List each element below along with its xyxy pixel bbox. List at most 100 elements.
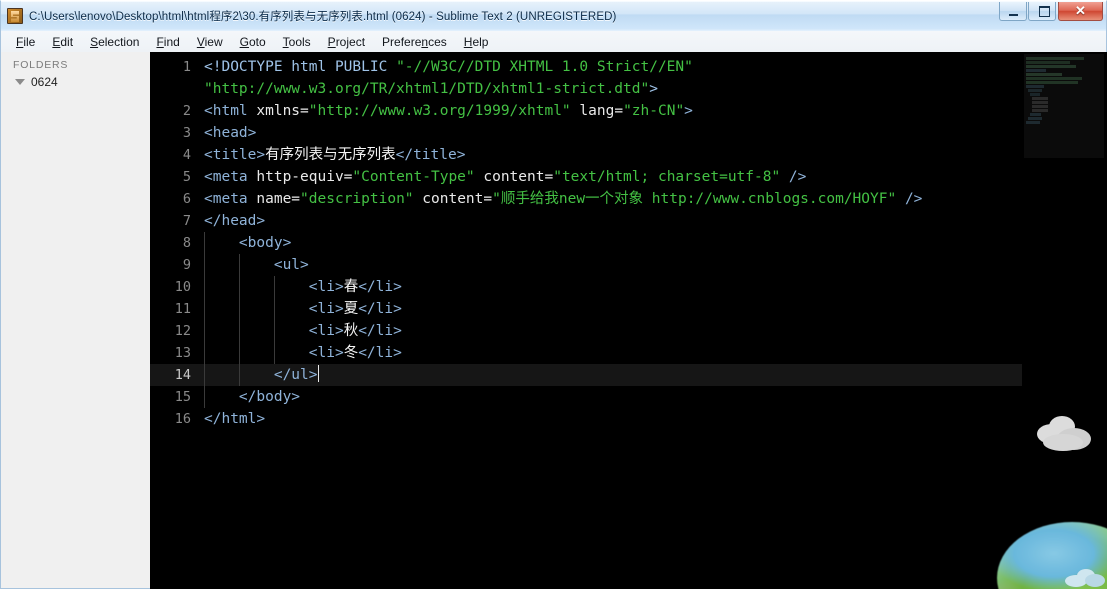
- close-button[interactable]: ✕: [1058, 2, 1103, 21]
- code-line-16[interactable]: </html>: [198, 408, 1022, 430]
- code-token-text: 有序列表与无序列表: [265, 147, 396, 163]
- code-row[interactable]: 2 <html xmlns="http://www.w3.org/1999/xh…: [150, 100, 1022, 122]
- indent-guide: [274, 342, 275, 364]
- code-line-1[interactable]: <!DOCTYPE html PUBLIC "-//W3C//DTD XHTML…: [198, 56, 1022, 100]
- code-row[interactable]: 12 <li>秋</li>: [150, 320, 1022, 342]
- code-token-tag: </html>: [204, 411, 266, 427]
- code-token-tag: <meta: [204, 169, 248, 185]
- minimap-line: [1028, 117, 1042, 120]
- chevron-down-icon[interactable]: [15, 79, 25, 85]
- code-minimap[interactable]: [1022, 52, 1107, 589]
- line-number: 14: [174, 367, 191, 383]
- code-row[interactable]: 8 <body>: [150, 232, 1022, 254]
- line-number: 11: [174, 301, 191, 317]
- code-line-2[interactable]: <html xmlns="http://www.w3.org/1999/xhtm…: [198, 100, 1022, 122]
- maximize-button[interactable]: [1028, 2, 1056, 21]
- minimap-line: [1026, 73, 1062, 76]
- code-token-tag: </head>: [204, 213, 266, 229]
- minimap-line: [1030, 113, 1041, 116]
- code-row[interactable]: 4 <title>有序列表与无序列表</title>: [150, 144, 1022, 166]
- minimap-line: [1032, 97, 1048, 100]
- code-token-string: "description": [300, 191, 414, 207]
- code-line-14[interactable]: </ul>: [198, 364, 1022, 386]
- minimap-line: [1026, 61, 1070, 64]
- menu-item-view[interactable]: View: [189, 33, 232, 51]
- code-line-13[interactable]: <li>冬</li>: [198, 342, 1022, 364]
- code-row[interactable]: 5 <meta http-equiv="Content-Type" conten…: [150, 166, 1022, 188]
- code-row[interactable]: 6 <meta name="description" content="顺手给我…: [150, 188, 1022, 210]
- line-number: 5: [182, 169, 191, 185]
- code-line-15[interactable]: </body>: [198, 386, 1022, 408]
- line-number: 15: [174, 389, 191, 405]
- code-token-punct: />: [780, 169, 807, 185]
- editor-pane[interactable]: 1 <!DOCTYPE html PUBLIC "-//W3C//DTD XHT…: [150, 52, 1107, 589]
- code-row[interactable]: 10 <li>春</li>: [150, 276, 1022, 298]
- menu-item-tools[interactable]: Tools: [275, 33, 320, 51]
- code-line-4[interactable]: <title>有序列表与无序列表</title>: [198, 144, 1022, 166]
- code-token-tag: <meta: [204, 191, 248, 207]
- code-line-11[interactable]: <li>夏</li>: [198, 298, 1022, 320]
- code-token-tag: </body>: [204, 389, 301, 405]
- code-token-string: "http://www.w3.org/1999/xhtml": [308, 103, 571, 119]
- code-token-tag: </li>: [358, 345, 402, 361]
- code-token-tag: <title>: [204, 147, 266, 163]
- line-number: 16: [174, 411, 191, 427]
- code-token-string: "Content-Type": [352, 169, 475, 185]
- menu-item-project[interactable]: Project: [320, 33, 374, 51]
- indent-guide: [204, 386, 205, 408]
- code-row[interactable]: 9 <ul>: [150, 254, 1022, 276]
- code-line-6[interactable]: <meta name="description" content="顺手给我ne…: [198, 188, 1022, 210]
- code-line-9[interactable]: <ul>: [198, 254, 1022, 276]
- sidebar-item-0624[interactable]: 0624: [1, 74, 150, 90]
- code-area[interactable]: 1 <!DOCTYPE html PUBLIC "-//W3C//DTD XHT…: [150, 52, 1022, 589]
- menu-item-preferences[interactable]: Preferences: [374, 33, 456, 51]
- code-token-text: 秋: [343, 323, 359, 339]
- code-token-tag: <head>: [204, 125, 257, 141]
- code-line-3[interactable]: <head>: [198, 122, 1022, 144]
- code-line-5[interactable]: <meta http-equiv="Content-Type" content=…: [198, 166, 1022, 188]
- indent-guide: [204, 254, 205, 276]
- text-cursor: [317, 365, 319, 382]
- code-row[interactable]: 3 <head>: [150, 122, 1022, 144]
- code-token-tag: </title>: [395, 147, 466, 163]
- minimap-line: [1030, 93, 1040, 96]
- code-line-7[interactable]: </head>: [198, 210, 1022, 232]
- sidebar: FOLDERS 0624: [0, 52, 150, 589]
- minimap-line: [1032, 109, 1048, 112]
- line-number: 8: [182, 235, 191, 251]
- code-row[interactable]: 16 </html>: [150, 408, 1022, 430]
- menu-item-goto[interactable]: Goto: [232, 33, 275, 51]
- window-titlebar: C:\Users\lenovo\Desktop\html\html程序2\30.…: [0, 0, 1107, 31]
- code-token-attr: http-equiv=: [247, 169, 353, 185]
- code-row[interactable]: 11 <li>夏</li>: [150, 298, 1022, 320]
- code-line-8[interactable]: <body>: [198, 232, 1022, 254]
- code-token-attr: content=: [474, 169, 554, 185]
- indent-guide: [239, 364, 240, 386]
- code-line-12[interactable]: <li>秋</li>: [198, 320, 1022, 342]
- menu-item-edit[interactable]: Edit: [44, 33, 82, 51]
- menu-item-help[interactable]: Help: [456, 33, 498, 51]
- code-token-tag: <body>: [204, 235, 292, 251]
- menu-item-selection[interactable]: Selection: [82, 33, 148, 51]
- code-row-active[interactable]: 14 </ul>: [150, 364, 1022, 386]
- code-row[interactable]: 15 </body>: [150, 386, 1022, 408]
- code-token-tag: </ul>: [273, 367, 318, 383]
- minimap-line: [1026, 69, 1046, 72]
- close-icon: ✕: [1075, 2, 1086, 18]
- menu-bar: File Edit Selection Find View Goto Tools…: [0, 31, 1107, 52]
- code-row[interactable]: 13 <li>冬</li>: [150, 342, 1022, 364]
- minimize-button[interactable]: [999, 2, 1027, 21]
- menu-item-file[interactable]: File: [8, 33, 44, 51]
- minimap-line: [1026, 121, 1040, 124]
- minimap-line: [1026, 81, 1078, 84]
- code-line-10[interactable]: <li>春</li>: [198, 276, 1022, 298]
- sublime-text-window: C:\Users\lenovo\Desktop\html\html程序2\30.…: [0, 0, 1107, 589]
- code-token-string: "zh-CN": [623, 103, 685, 119]
- code-row[interactable]: 1 <!DOCTYPE html PUBLIC "-//W3C//DTD XHT…: [150, 56, 1022, 100]
- menu-item-find[interactable]: Find: [148, 33, 188, 51]
- indent-guide: [204, 342, 205, 364]
- code-row[interactable]: 7 </head>: [150, 210, 1022, 232]
- indent-guide: [274, 276, 275, 298]
- sublime-text-icon: [7, 8, 23, 24]
- window-controls: ✕: [998, 1, 1103, 31]
